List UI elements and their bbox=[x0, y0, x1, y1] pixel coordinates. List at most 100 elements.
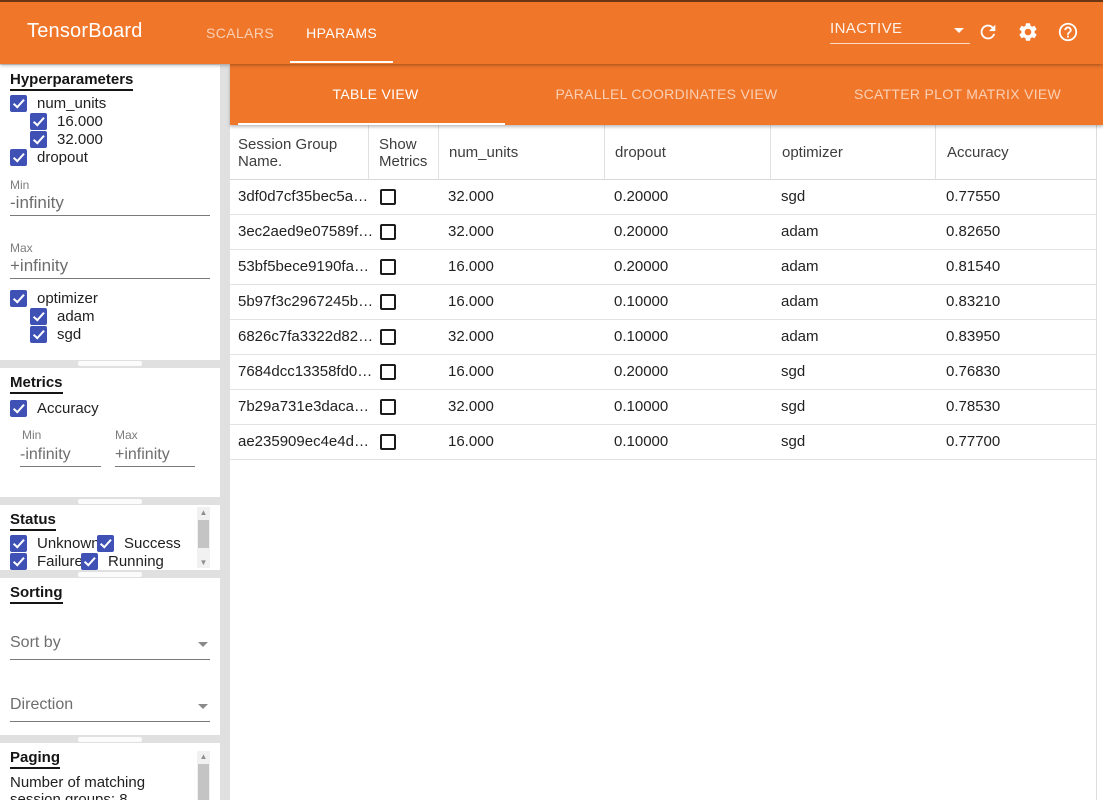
session-group-name: 3df0d7cf35bec5a… bbox=[238, 180, 368, 214]
section-resize-handle[interactable] bbox=[78, 361, 142, 366]
value-label: sgd bbox=[57, 326, 81, 343]
session-group-name: 7684dcc13358fd0… bbox=[238, 355, 372, 389]
table-row: 7b29a731e3daca… 32.000 0.10000 sgd 0.785… bbox=[230, 390, 1096, 425]
chevron-down-icon bbox=[198, 704, 208, 709]
accuracy-cell: 0.83950 bbox=[946, 320, 1000, 354]
hparam-label: num_units bbox=[37, 95, 106, 112]
session-group-name: ae235909ec4e4d… bbox=[238, 425, 369, 459]
table-row: 6826c7fa3322d82… 32.000 0.10000 adam 0.8… bbox=[230, 320, 1096, 355]
show-metrics-checkbox[interactable] bbox=[380, 329, 396, 345]
dropout-max-input[interactable]: +infinity bbox=[10, 254, 210, 279]
column-header-accuracy[interactable]: Accuracy bbox=[935, 125, 1096, 180]
session-group-name: 3ec2aed9e07589f… bbox=[238, 215, 373, 249]
accuracy-cell: 0.77700 bbox=[946, 425, 1000, 459]
tab-hparams[interactable]: HPARAMS bbox=[290, 2, 393, 64]
help-icon[interactable] bbox=[1057, 21, 1079, 43]
session-group-name: 5b97f3c2967245b… bbox=[238, 285, 373, 319]
column-header-num-units[interactable]: num_units bbox=[438, 125, 604, 180]
hparam-label: dropout bbox=[37, 149, 88, 166]
section-resize-handle[interactable] bbox=[78, 737, 142, 742]
checkbox-adam[interactable] bbox=[30, 308, 47, 325]
sorting-section: Sorting Sort by Direction bbox=[0, 578, 220, 735]
main-scrollbar-gutter[interactable] bbox=[1096, 125, 1103, 800]
session-group-name: 53bf5bece9190fa… bbox=[238, 250, 369, 284]
num-units-cell: 32.000 bbox=[448, 180, 494, 214]
status-running: Running bbox=[81, 552, 164, 570]
status-scrollbar[interactable]: ▲ ▼ bbox=[197, 507, 210, 568]
scroll-up-icon[interactable]: ▲ bbox=[197, 751, 210, 762]
accuracy-cell: 0.81540 bbox=[946, 250, 1000, 284]
status-label: Unknown bbox=[37, 535, 100, 552]
scrollbar-thumb[interactable] bbox=[198, 764, 209, 800]
checkbox-optimizer[interactable] bbox=[10, 290, 27, 307]
dropout-cell: 0.20000 bbox=[614, 180, 668, 214]
table-row: ae235909ec4e4d… 16.000 0.10000 sgd 0.777… bbox=[230, 425, 1096, 460]
hyperparameters-section: Hyperparameters num_units 16.000 32.000 … bbox=[0, 65, 220, 360]
hparam-value-32: 32.000 bbox=[30, 130, 103, 148]
checkbox-running[interactable] bbox=[81, 553, 98, 570]
session-group-name: 7b29a731e3daca… bbox=[238, 390, 369, 424]
scrollbar-thumb[interactable] bbox=[198, 520, 209, 548]
accuracy-cell: 0.78530 bbox=[946, 390, 1000, 424]
status-section: Status Unknown Success Failure Running ▲… bbox=[0, 505, 220, 570]
accuracy-max-input[interactable]: +infinity bbox=[115, 442, 195, 467]
gear-icon[interactable] bbox=[1017, 21, 1039, 43]
column-header-dropout[interactable]: dropout bbox=[604, 125, 770, 180]
scroll-down-icon[interactable]: ▼ bbox=[197, 557, 210, 568]
paging-section: Paging Number of matching session groups… bbox=[0, 743, 220, 800]
num-units-cell: 16.000 bbox=[448, 425, 494, 459]
dropout-cell: 0.20000 bbox=[614, 250, 668, 284]
checkbox-failure[interactable] bbox=[10, 553, 27, 570]
chevron-down-icon bbox=[954, 28, 964, 33]
show-metrics-checkbox[interactable] bbox=[380, 189, 396, 205]
run-status-dropdown[interactable]: INACTIVE bbox=[830, 17, 970, 44]
sort-by-select[interactable]: Sort by bbox=[10, 630, 210, 660]
show-metrics-checkbox[interactable] bbox=[380, 364, 396, 380]
checkbox-16[interactable] bbox=[30, 113, 47, 130]
checkbox-dropout[interactable] bbox=[10, 149, 27, 166]
max-value: +infinity bbox=[115, 446, 170, 464]
checkbox-accuracy[interactable] bbox=[10, 400, 27, 417]
tensorboard-hparams-page: TensorBoard SCALARS HPARAMS INACTIVE Hyp… bbox=[0, 0, 1103, 800]
max-label: Max bbox=[10, 241, 33, 255]
window-top-edge bbox=[0, 0, 1103, 2]
show-metrics-checkbox[interactable] bbox=[380, 294, 396, 310]
dropout-cell: 0.20000 bbox=[614, 215, 668, 249]
value-label: adam bbox=[57, 308, 95, 325]
checkbox-32[interactable] bbox=[30, 131, 47, 148]
dropout-cell: 0.20000 bbox=[614, 355, 668, 389]
direction-placeholder: Direction bbox=[10, 696, 73, 714]
paging-scrollbar[interactable]: ▲ bbox=[197, 751, 210, 800]
scroll-up-icon[interactable]: ▲ bbox=[197, 507, 210, 518]
show-metrics-checkbox[interactable] bbox=[380, 399, 396, 415]
dropout-min-input[interactable]: -infinity bbox=[10, 191, 210, 216]
value-label: 16.000 bbox=[57, 113, 103, 130]
show-metrics-checkbox[interactable] bbox=[380, 434, 396, 450]
tab-scatter-plot-matrix-view[interactable]: SCATTER PLOT MATRIX VIEW bbox=[812, 64, 1103, 125]
checkbox-success[interactable] bbox=[97, 535, 114, 552]
table-row: 3df0d7cf35bec5a… 32.000 0.20000 sgd 0.77… bbox=[230, 180, 1096, 215]
column-header-show-metrics[interactable]: Show Metrics bbox=[368, 125, 438, 180]
accuracy-min-input[interactable]: -infinity bbox=[20, 442, 101, 467]
num-units-cell: 32.000 bbox=[448, 215, 494, 249]
table-row: 3ec2aed9e07589f… 32.000 0.20000 adam 0.8… bbox=[230, 215, 1096, 250]
checkbox-sgd[interactable] bbox=[30, 326, 47, 343]
tab-parallel-coordinates-view[interactable]: PARALLEL COORDINATES VIEW bbox=[521, 64, 812, 125]
direction-select[interactable]: Direction bbox=[10, 692, 210, 722]
checkbox-num-units[interactable] bbox=[10, 95, 27, 112]
session-group-name: 6826c7fa3322d82… bbox=[238, 320, 373, 354]
status-heading: Status bbox=[10, 511, 56, 531]
checkbox-unknown[interactable] bbox=[10, 535, 27, 552]
table-row: 53bf5bece9190fa… 16.000 0.20000 adam 0.8… bbox=[230, 250, 1096, 285]
column-header-session-group-name[interactable]: Session Group Name. bbox=[230, 125, 368, 180]
tab-table-view[interactable]: TABLE VIEW bbox=[230, 64, 521, 125]
section-resize-handle[interactable] bbox=[78, 572, 142, 577]
column-header-optimizer[interactable]: optimizer bbox=[770, 125, 935, 180]
section-resize-handle[interactable] bbox=[78, 499, 142, 504]
show-metrics-checkbox[interactable] bbox=[380, 224, 396, 240]
show-metrics-checkbox[interactable] bbox=[380, 259, 396, 275]
tab-scalars[interactable]: SCALARS bbox=[190, 2, 290, 64]
refresh-icon[interactable] bbox=[977, 21, 999, 43]
hparam-optimizer: optimizer bbox=[10, 289, 98, 307]
hparam-label: optimizer bbox=[37, 290, 98, 307]
